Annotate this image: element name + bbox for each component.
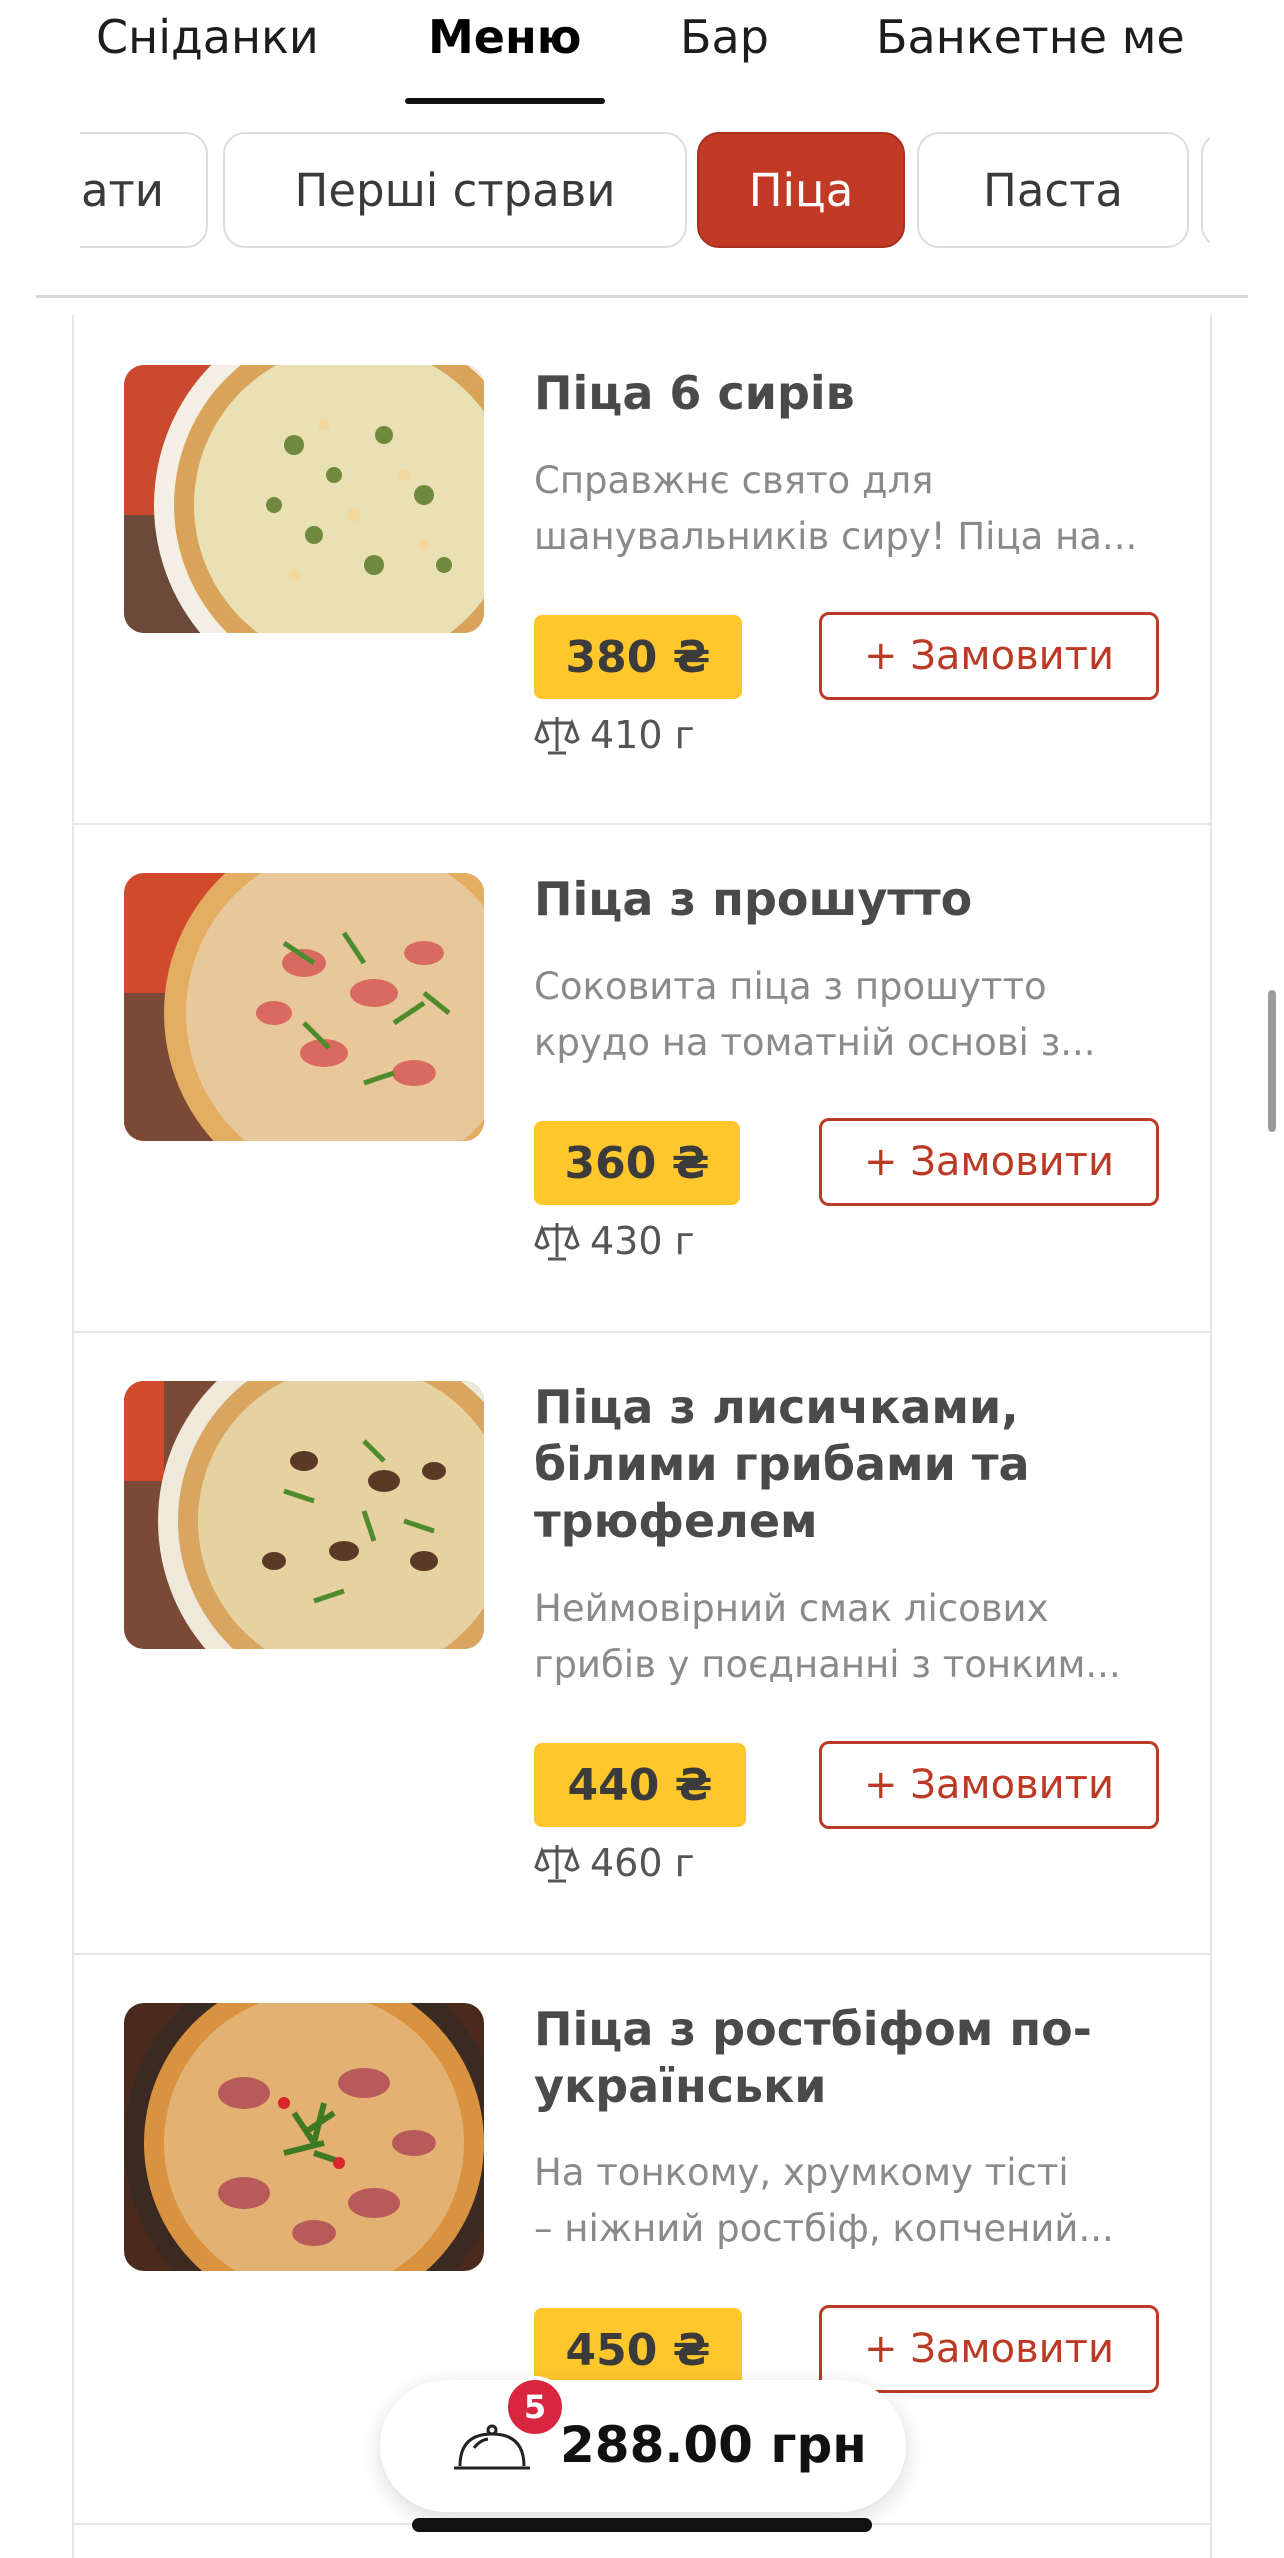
scale-icon [534,717,580,755]
tab-banquet-menu[interactable]: Банкетне ме [876,10,1185,64]
menu-item[interactable]: Піца з прошутто Соковита піца з прошутто… [74,823,1210,1333]
item-title: Піца 6 сирів [534,365,1154,422]
weight-value: 460 г [590,1841,695,1885]
category-chip-partial[interactable]: ати [80,132,208,248]
tab-bar[interactable]: Бар [680,10,769,64]
desc-line: Неймовірний смак лісових [534,1587,1049,1630]
item-weight: 410 г [534,713,695,757]
category-label: ати [80,163,164,217]
order-button[interactable]: + Замовити [819,1741,1159,1829]
price-badge: 360 ₴ [534,1121,740,1205]
item-weight: 460 г [534,1841,695,1885]
tab-breakfast[interactable]: Сніданки [96,10,319,64]
menu-item[interactable]: Піца з лисичками, білими грибами та трюф… [74,1331,1210,1955]
order-button[interactable]: + Замовити [819,2305,1159,2393]
title-line: Піца з ростбіфом по- [534,2002,1092,2056]
item-title: Піца з лисичками, білими грибами та трюф… [534,1379,1154,1550]
title-line: білими грибами та [534,1437,1030,1491]
scale-icon [534,1223,580,1261]
weight-value: 410 г [590,713,695,757]
desc-line: крудо на томатній основі з... [534,1021,1096,1064]
desc-line: На тонкому, хрумкому тісті [534,2151,1069,2194]
category-label: Паста [983,163,1123,217]
category-label: Перші страви [294,163,616,217]
title-line: українськи [534,2059,827,2113]
menu-item[interactable]: Піца 6 сирів Справжнє свято для шануваль… [74,315,1210,825]
price-badge: 440 ₴ [534,1743,746,1827]
item-description: Справжнє свято для шанувальників сиру! П… [534,453,1174,565]
title-line: трюфелем [534,1494,818,1548]
price-badge: 380 ₴ [534,615,742,699]
desc-line: – ніжний ростбіф, копчений... [534,2207,1114,2250]
item-description: Неймовірний смак лісових грибів у поєдна… [534,1581,1174,1693]
cart-summary-button[interactable]: 5 288.00 грн [380,2376,906,2512]
top-tabs: Сніданки Меню Бар Банкетне ме [0,0,1240,105]
scrollbar-thumb[interactable] [1268,990,1276,1132]
item-description: Соковита піца з прошутто крудо на томатн… [534,959,1174,1071]
menu-item-list: Піца 6 сирів Справжнє свято для шануваль… [72,315,1212,2558]
order-button[interactable]: + Замовити [819,1118,1159,1206]
weight-value: 430 г [590,1219,695,1263]
pizza-image [124,1381,484,1649]
desc-line: грибів у поєднанні з тонким... [534,1643,1121,1686]
active-tab-underline [405,98,605,104]
category-chips: ати Перші страви Піца Паста [80,130,1210,255]
pizza-image [124,873,484,1141]
item-title: Піца з ростбіфом по- українськи [534,2001,1154,2115]
cart-total: 288.00 грн [560,2416,867,2474]
item-title: Піца з прошутто [534,871,1154,928]
title-line: Піца з лисичками, [534,1380,1019,1434]
category-chip-pizza[interactable]: Піца [697,132,905,248]
item-weight: 430 г [534,1219,695,1263]
item-description: На тонкому, хрумкому тісті – ніжний рост… [534,2145,1174,2257]
category-chip-first-courses[interactable]: Перші страви [223,132,687,248]
tab-menu[interactable]: Меню [428,10,581,64]
category-chip-pasta[interactable]: Паста [917,132,1189,248]
home-indicator [412,2518,872,2532]
pizza-image [124,365,484,633]
category-chip-next[interactable] [1201,132,1210,248]
desc-line: шанувальників сиру! Піца на... [534,515,1138,558]
title-line: Піца з прошутто [534,872,973,926]
header-divider [36,295,1248,298]
scale-icon [534,1845,580,1883]
title-line: Піца 6 сирів [534,366,855,420]
order-button[interactable]: + Замовити [819,612,1159,700]
desc-line: Справжнє свято для [534,459,934,502]
desc-line: Соковита піца з прошутто [534,965,1047,1008]
cart-count-badge: 5 [504,2376,566,2438]
category-label: Піца [748,163,854,217]
pizza-image [124,2003,484,2271]
